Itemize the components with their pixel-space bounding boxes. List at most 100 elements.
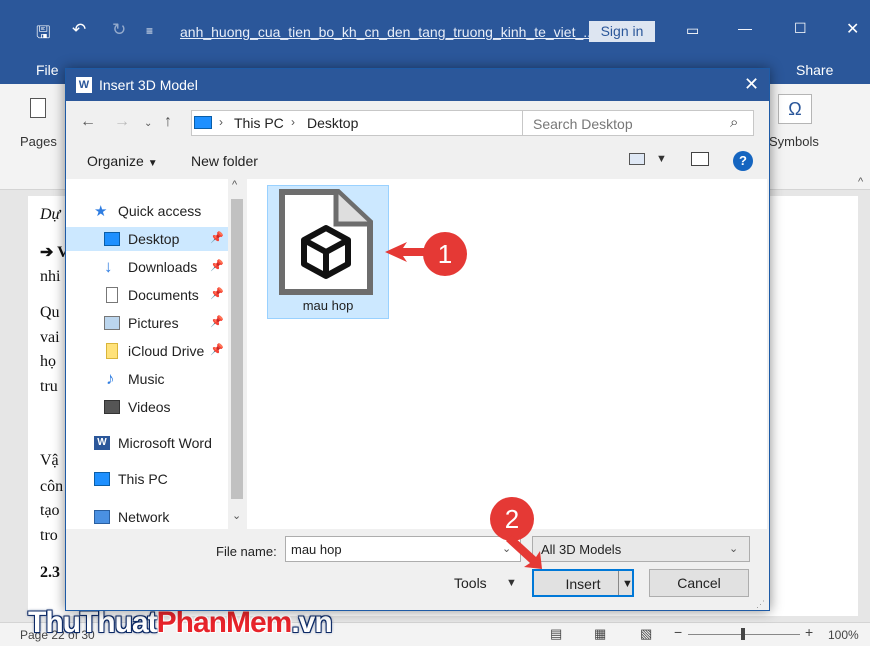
file-name-label: mau hop	[302, 298, 354, 313]
close-word-icon[interactable]: ✕	[846, 19, 859, 39]
organize-label: Organize	[87, 153, 144, 169]
print-layout-icon[interactable]: ▦	[594, 626, 606, 642]
zoom-level[interactable]: 100%	[828, 628, 859, 642]
insert-split-dropdown[interactable]: ▼	[618, 571, 634, 595]
minimize-icon[interactable]: —	[738, 20, 752, 36]
ribbon-display-icon[interactable]: ▭	[686, 22, 699, 39]
cancel-button[interactable]: Cancel	[649, 569, 749, 597]
doc-line: 2.3	[40, 564, 60, 581]
scrollbar-thumb[interactable]	[231, 199, 243, 499]
nav-item-quick-access[interactable]: ★ Quick access	[66, 199, 228, 223]
doc-line: họ	[40, 353, 56, 370]
caret-down-icon[interactable]: ▼	[506, 577, 517, 589]
pin-icon: 📌	[210, 260, 224, 272]
breadcrumb-desktop[interactable]: Desktop	[307, 115, 358, 131]
nav-item-label: Pictures	[128, 315, 179, 331]
nav-item-icloud-drive[interactable]: iCloud Drive 📌	[66, 339, 228, 363]
forward-icon[interactable]: →	[114, 113, 130, 131]
web-layout-icon[interactable]: ▧	[640, 626, 652, 642]
help-icon[interactable]: ?	[733, 151, 753, 171]
search-box[interactable]: Search Desktop ⌕	[522, 110, 754, 136]
nav-item-music[interactable]: ♪ Music	[66, 367, 228, 391]
scroll-up-icon[interactable]: ^	[232, 179, 237, 191]
file-name-field-label: File name:	[216, 544, 277, 559]
dialog-title: Insert 3D Model	[99, 77, 198, 93]
tab-file[interactable]: File	[36, 62, 59, 78]
maximize-icon[interactable]: ☐	[794, 20, 807, 37]
document-title: anh_huong_cua_tien_bo_kh_cn_den_tang_tru…	[180, 24, 595, 40]
close-icon[interactable]: ✕	[744, 74, 759, 95]
insert-label: Insert	[565, 576, 601, 592]
read-mode-icon[interactable]: ▤	[550, 626, 562, 642]
arrow-2	[506, 535, 542, 569]
resize-grip-icon[interactable]: ⋰	[756, 599, 765, 610]
step-marker-1: 1	[423, 232, 467, 276]
breadcrumb-this-pc[interactable]: This PC	[234, 115, 284, 131]
preview-pane-icon[interactable]	[691, 152, 709, 166]
pin-icon: 📌	[210, 232, 224, 244]
nav-item-label: Microsoft Word	[118, 435, 212, 451]
video-icon	[104, 400, 120, 414]
chevron-down-icon[interactable]: ⌄	[729, 542, 738, 555]
nav-item-desktop[interactable]: Desktop 📌	[66, 227, 228, 251]
doc-line: tro	[40, 527, 58, 544]
omega-icon[interactable]: Ω	[778, 94, 812, 124]
back-icon[interactable]: ←	[80, 113, 96, 131]
zoom-out-icon[interactable]: −	[674, 624, 682, 640]
sign-in-button[interactable]: Sign in	[589, 21, 655, 42]
zoom-slider-thumb[interactable]	[741, 628, 745, 640]
pictures-icon	[104, 316, 120, 330]
scroll-down-icon[interactable]: ⌄	[232, 509, 241, 522]
pages-icon[interactable]	[30, 98, 46, 118]
file-type-select[interactable]: All 3D Models ⌄	[532, 536, 750, 562]
tools-button[interactable]: Tools	[454, 575, 487, 591]
nav-item-label: Documents	[128, 287, 199, 303]
new-folder-button[interactable]: New folder	[191, 153, 258, 169]
doc-line: tạo	[40, 502, 60, 519]
document-icon	[106, 287, 118, 303]
file-type-value: All 3D Models	[541, 542, 622, 557]
pages-button[interactable]: Pages	[20, 134, 57, 149]
zoom-in-icon[interactable]: +	[805, 624, 813, 640]
navigation-pane: ★ Quick access Desktop 📌 ↓ Downloads 📌 D…	[66, 179, 246, 529]
this-pc-icon	[194, 116, 212, 129]
redo-icon[interactable]: ↻	[112, 20, 126, 40]
word-title-bar: 🖫 ↶ ↻ ≡ anh_huong_cua_tien_bo_kh_cn_den_…	[0, 0, 870, 64]
file-item-mau-hop[interactable]: mau hop	[267, 185, 389, 319]
insert-button[interactable]: Insert ▼	[532, 569, 634, 597]
command-bar: Organize ▼ New folder ▼ ?	[66, 147, 769, 177]
nav-item-documents[interactable]: Documents 📌	[66, 283, 228, 307]
caret-down-icon[interactable]: ▼	[656, 153, 667, 165]
symbols-button[interactable]: Symbols	[769, 134, 819, 149]
customize-qat-icon[interactable]: ≡	[146, 24, 153, 38]
search-icon[interactable]: ⌕	[730, 114, 738, 131]
recent-locations-icon[interactable]: ⌄	[144, 118, 152, 129]
music-icon: ♪	[106, 369, 115, 388]
nav-item-label: iCloud Drive	[128, 343, 205, 359]
file-name-input[interactable]: mau hop ⌄	[285, 536, 521, 562]
file-name-value: mau hop	[291, 542, 342, 557]
organize-button[interactable]: Organize ▼	[87, 153, 158, 169]
download-icon: ↓	[104, 257, 113, 276]
nav-item-videos[interactable]: Videos	[66, 395, 228, 419]
pin-icon: 📌	[210, 288, 224, 300]
undo-icon[interactable]: ↶	[72, 20, 86, 40]
nav-item-pictures[interactable]: Pictures 📌	[66, 311, 228, 335]
collapse-ribbon-icon[interactable]: ^	[858, 176, 863, 188]
change-view-icon[interactable]	[629, 153, 645, 165]
nav-item-network[interactable]: Network	[66, 505, 228, 529]
nav-scrollbar[interactable]: ^ ⌄	[228, 179, 246, 529]
nav-item-this-pc[interactable]: This PC	[66, 467, 228, 491]
pin-icon: 📌	[210, 344, 224, 356]
caret-down-icon: ▼	[622, 578, 633, 590]
star-icon: ★	[94, 203, 108, 220]
save-icon[interactable]: 🖫	[36, 20, 50, 49]
nav-item-downloads[interactable]: ↓ Downloads 📌	[66, 255, 228, 279]
folder-icon	[106, 343, 118, 359]
share-button[interactable]: Share	[796, 62, 833, 78]
word-icon: W	[94, 436, 110, 450]
nav-item-label: Music	[128, 371, 165, 387]
up-icon[interactable]: ↑	[164, 113, 172, 131]
network-icon	[94, 510, 110, 524]
nav-item-microsoft-word[interactable]: W Microsoft Word	[66, 431, 228, 455]
